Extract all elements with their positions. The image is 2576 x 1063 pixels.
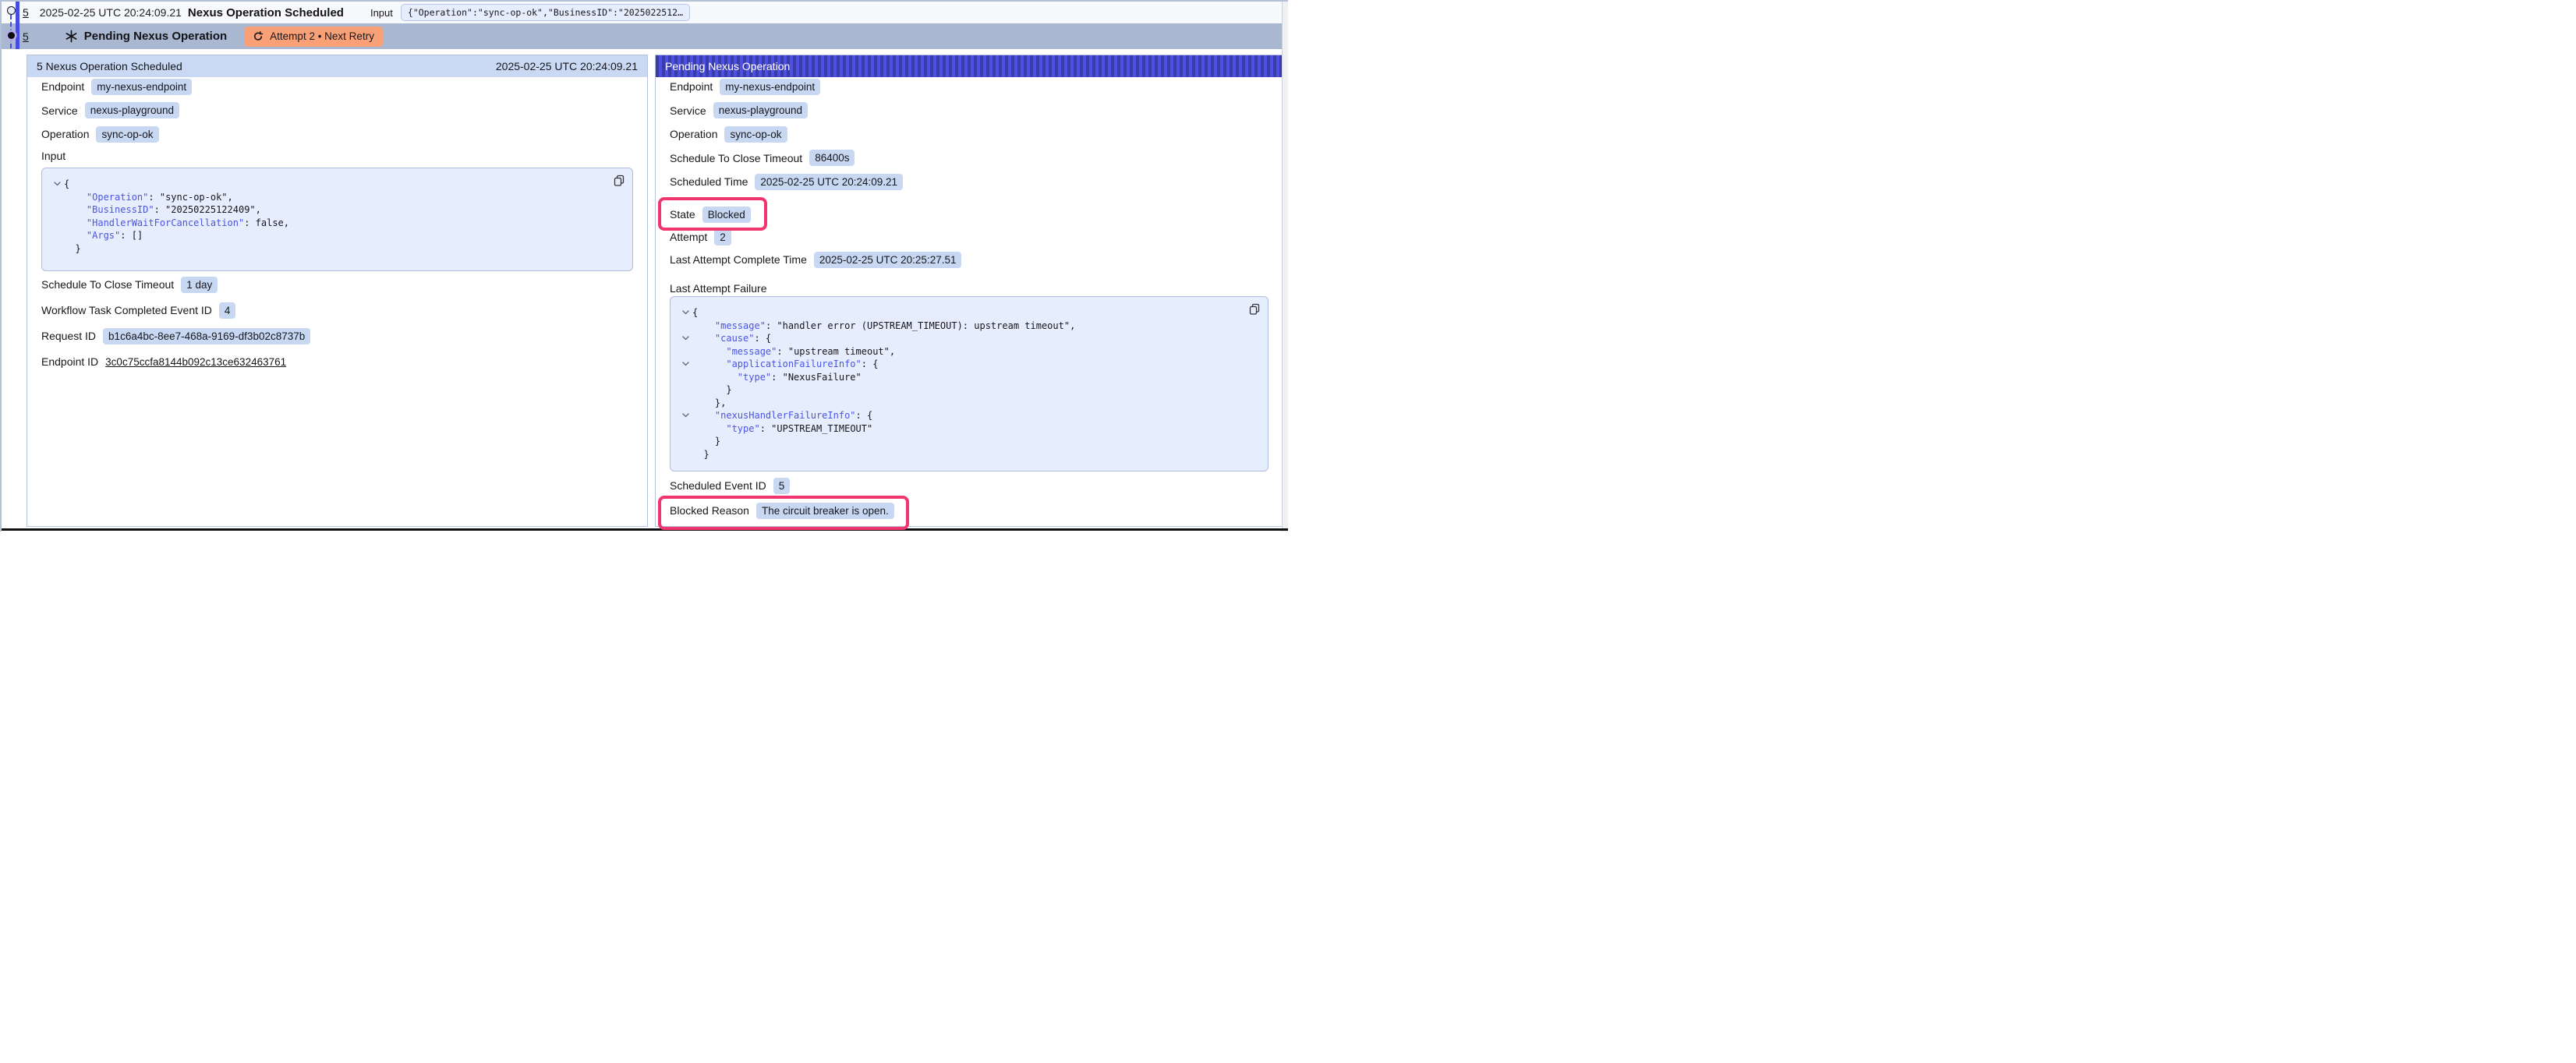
input-section-label: Input [41, 149, 633, 163]
endpoint-id-link[interactable]: 3c0c75ccfa8144b092c13ce632463761 [105, 356, 286, 368]
chevron-down-icon[interactable] [682, 310, 689, 315]
field-row-schedule-to-close: Schedule To Close Timeout 1 day [41, 276, 633, 293]
scheduled-event-panel: 5 Nexus Operation Scheduled 2025-02-25 U… [27, 55, 648, 527]
field-row-scheduled-event-id: Scheduled Event ID 5 [670, 477, 1269, 494]
field-value-badge: 86400s [809, 150, 855, 166]
field-label: Endpoint [41, 80, 84, 93]
timeline-open-circle-icon [7, 6, 16, 15]
field-row-wft-completed-id: Workflow Task Completed Event ID 4 [41, 302, 633, 319]
field-label: Schedule To Close Timeout [41, 278, 174, 291]
event-timestamp: 2025-02-25 UTC 20:24:09.21 [40, 6, 182, 19]
scrollbar-track[interactable] [1282, 2, 1288, 532]
selected-event-accent-bar [16, 2, 19, 49]
panel-title: 5 Nexus Operation Scheduled [37, 60, 182, 72]
field-label: Attempt [670, 231, 707, 243]
failure-section-label: Last Attempt Failure [670, 281, 1269, 295]
field-value-badge: 2025-02-25 UTC 20:25:27.51 [814, 252, 962, 268]
window-bottom-edge [2, 528, 1288, 531]
input-label: Input [370, 7, 393, 19]
event-id-link[interactable]: 5 [23, 6, 29, 19]
field-row-endpoint: Endpoint my-nexus-endpoint [41, 78, 633, 95]
timeline-current-dot-icon [8, 32, 15, 39]
field-label: Scheduled Time [670, 175, 748, 188]
field-row-request-id: Request ID b1c6a4bc-8ee7-468a-9169-df3b0… [41, 327, 633, 344]
field-value-badge: sync-op-ok [96, 126, 158, 143]
field-row-endpoint: Endpoint my-nexus-endpoint [670, 78, 1269, 95]
field-label: Endpoint ID [41, 355, 98, 368]
field-row-service: Service nexus-playground [670, 102, 1269, 119]
field-row-operation: Operation sync-op-ok [670, 125, 1269, 143]
field-label: Service [41, 104, 78, 117]
field-row-schedule-to-close: Schedule To Close Timeout 86400s [670, 150, 1269, 167]
field-row-scheduled-time: Scheduled Time 2025-02-25 UTC 20:24:09.2… [670, 173, 1269, 190]
copy-icon[interactable] [1249, 303, 1260, 315]
field-label: Endpoint [670, 80, 713, 93]
json-code: { "Operation": "sync-op-ok", "BusinessID… [50, 178, 621, 255]
field-label: Scheduled Event ID [670, 479, 766, 492]
field-label: Workflow Task Completed Event ID [41, 304, 212, 316]
field-value-badge: my-nexus-endpoint [720, 79, 820, 95]
panel-title: Pending Nexus Operation [665, 60, 790, 72]
chevron-down-icon[interactable] [682, 362, 689, 366]
field-value-badge: nexus-playground [85, 102, 179, 118]
failure-code-block: { "message": "handler error (UPSTREAM_TI… [670, 296, 1269, 471]
retry-attempt-badge: Attempt 2 • Next Retry [244, 26, 383, 47]
input-code-block: { "Operation": "sync-op-ok", "BusinessID… [41, 168, 633, 271]
field-row-last-attempt-complete: Last Attempt Complete Time 2025-02-25 UT… [670, 251, 1269, 268]
event-title: Pending Nexus Operation [84, 30, 227, 43]
event-row-pending[interactable]: 5 Pending Nexus Operation Attempt 2 • Ne… [2, 23, 1283, 49]
retry-icon [253, 31, 264, 42]
annotation-box-state [658, 197, 767, 231]
field-label: Service [670, 104, 706, 117]
input-preview-badge: {"Operation":"sync-op-ok","BusinessID":"… [401, 4, 690, 21]
field-label: Request ID [41, 330, 96, 342]
field-value-badge: nexus-playground [713, 102, 808, 118]
history-viewer: 5 2025-02-25 UTC 20:24:09.21 Nexus Opera… [0, 0, 1288, 532]
event-title: Nexus Operation Scheduled [188, 6, 344, 19]
chevron-down-icon[interactable] [54, 182, 61, 186]
annotation-box-blocked-reason [658, 496, 909, 530]
field-label: Operation [670, 128, 717, 140]
asterisk-pending-icon [65, 30, 78, 43]
json-code: { "message": "handler error (UPSTREAM_TI… [678, 306, 1257, 461]
field-value-badge: b1c6a4bc-8ee7-468a-9169-df3b02c8737b [103, 328, 310, 344]
field-value-badge: 4 [219, 302, 236, 319]
field-value-badge: sync-op-ok [724, 126, 787, 143]
pending-panel-header: Pending Nexus Operation [656, 55, 1283, 77]
field-label: Operation [41, 128, 89, 140]
field-value-badge: my-nexus-endpoint [91, 79, 192, 95]
field-row-operation: Operation sync-op-ok [41, 125, 633, 143]
panel-timestamp: 2025-02-25 UTC 20:24:09.21 [496, 60, 638, 72]
copy-icon[interactable] [614, 175, 625, 186]
field-label: Last Attempt Complete Time [670, 253, 807, 266]
event-row-scheduled[interactable]: 5 2025-02-25 UTC 20:24:09.21 Nexus Opera… [2, 2, 1283, 23]
field-value-badge: 2 [714, 229, 731, 245]
pending-operation-panel: Pending Nexus Operation Endpoint my-nexu… [655, 55, 1283, 527]
event-id-link[interactable]: 5 [23, 30, 29, 43]
chevron-down-icon[interactable] [682, 413, 689, 418]
field-value-badge: 5 [773, 478, 791, 494]
field-label: Schedule To Close Timeout [670, 152, 802, 164]
retry-badge-label: Attempt 2 • Next Retry [270, 30, 374, 42]
field-value-badge: 2025-02-25 UTC 20:24:09.21 [755, 174, 903, 190]
field-value-badge: 1 day [181, 277, 218, 293]
field-row-service: Service nexus-playground [41, 102, 633, 119]
field-row-attempt: Attempt 2 [670, 228, 1269, 245]
chevron-down-icon[interactable] [682, 336, 689, 341]
field-row-endpoint-id: Endpoint ID 3c0c75ccfa8144b092c13ce63246… [41, 353, 633, 370]
scheduled-panel-header: 5 Nexus Operation Scheduled 2025-02-25 U… [27, 55, 647, 77]
